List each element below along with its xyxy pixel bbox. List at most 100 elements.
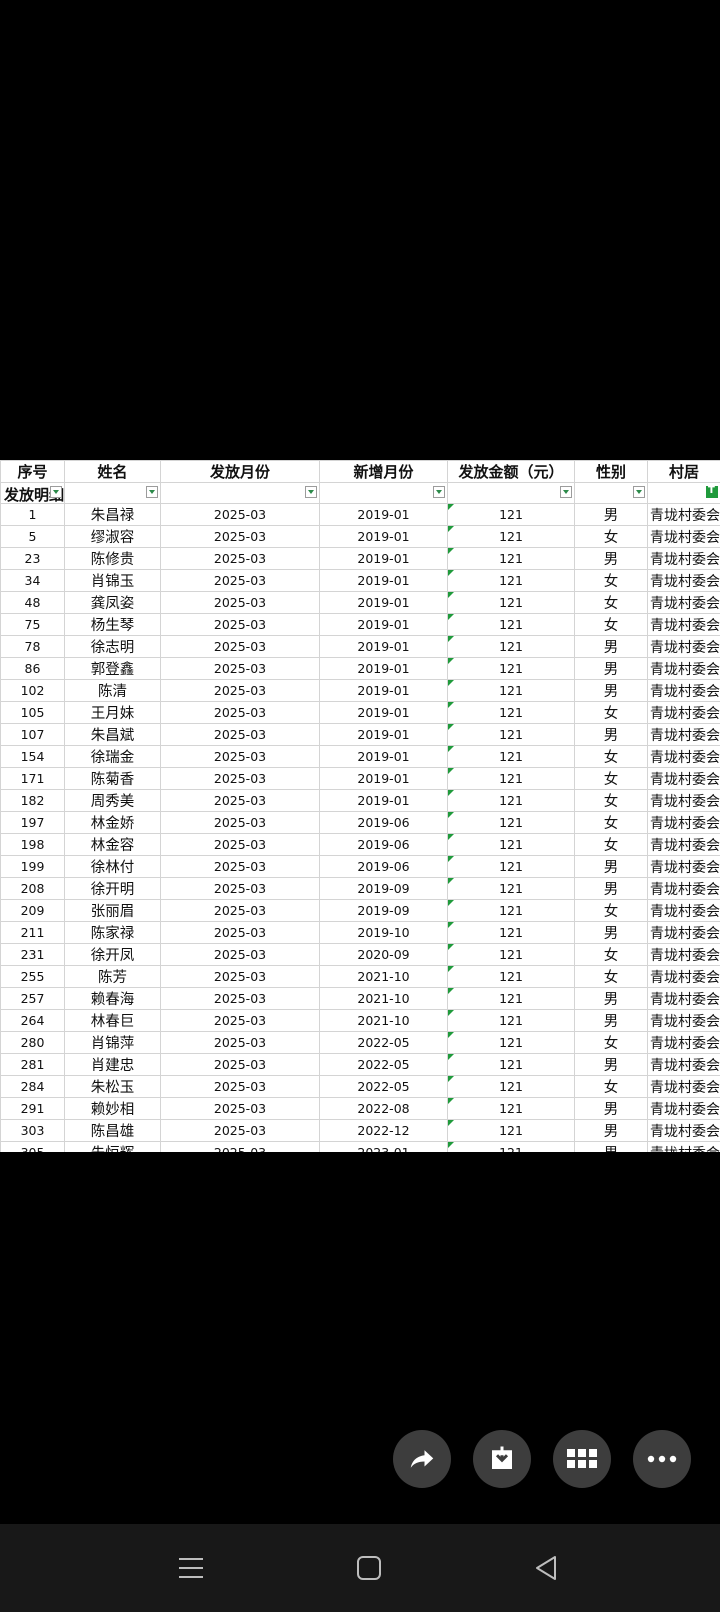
cell-new-month[interactable]: 2019-06 xyxy=(319,811,448,834)
cell-new-month[interactable]: 2019-01 xyxy=(319,789,448,812)
cell-seq[interactable]: 291 xyxy=(0,1097,65,1120)
cell-gender[interactable]: 男 xyxy=(574,679,648,702)
cell-amount[interactable]: 121 xyxy=(447,613,575,636)
header-cell[interactable]: 新增月份 xyxy=(319,460,448,483)
cell-name[interactable]: 肖锦萍 xyxy=(64,1031,161,1054)
cell-seq[interactable]: 107 xyxy=(0,723,65,746)
cell-village[interactable]: 青垅村委会 xyxy=(647,679,720,702)
cell-new-month[interactable]: 2019-01 xyxy=(319,657,448,680)
cell-amount[interactable]: 121 xyxy=(447,1031,575,1054)
cell-pay-month[interactable]: 2025-03 xyxy=(160,613,320,636)
cell-seq[interactable]: 86 xyxy=(0,657,65,680)
cell-name[interactable]: 赖春海 xyxy=(64,987,161,1010)
cell-pay-month[interactable]: 2025-03 xyxy=(160,789,320,812)
cell-seq[interactable]: 105 xyxy=(0,701,65,724)
cell-amount[interactable]: 121 xyxy=(447,921,575,944)
cell-village[interactable]: 青垅村委会 xyxy=(647,855,720,878)
cell-seq[interactable]: 78 xyxy=(0,635,65,658)
cell-gender[interactable]: 女 xyxy=(574,1031,648,1054)
cell-new-month[interactable]: 2022-05 xyxy=(319,1075,448,1098)
cell-name[interactable]: 陈菊香 xyxy=(64,767,161,790)
cell-new-month[interactable]: 2020-09 xyxy=(319,943,448,966)
cell-amount[interactable]: 121 xyxy=(447,943,575,966)
cell-seq[interactable]: 211 xyxy=(0,921,65,944)
cell-amount[interactable]: 121 xyxy=(447,657,575,680)
header-cell[interactable]: 发放金额（元） xyxy=(447,460,575,483)
cell-village[interactable]: 青垅村委会 xyxy=(647,833,720,856)
cell-new-month[interactable]: 2019-06 xyxy=(319,855,448,878)
filter-dropdown-icon[interactable] xyxy=(305,486,317,498)
cell-amount[interactable]: 121 xyxy=(447,1053,575,1076)
cell-gender[interactable]: 女 xyxy=(574,525,648,548)
cell-pay-month[interactable]: 2025-03 xyxy=(160,877,320,900)
cell-gender[interactable]: 男 xyxy=(574,1119,648,1142)
cell-seq[interactable]: 198 xyxy=(0,833,65,856)
cell-seq[interactable]: 75 xyxy=(0,613,65,636)
cell-amount[interactable]: 121 xyxy=(447,987,575,1010)
cell-seq[interactable]: 264 xyxy=(0,1009,65,1032)
cell-name[interactable]: 林金娇 xyxy=(64,811,161,834)
cell-amount[interactable]: 121 xyxy=(447,569,575,592)
apps-button[interactable] xyxy=(553,1430,611,1488)
cell-gender[interactable]: 男 xyxy=(574,1097,648,1120)
cell-pay-month[interactable]: 2025-03 xyxy=(160,921,320,944)
cell-village[interactable]: 青垅村委会 xyxy=(647,591,720,614)
cell-new-month[interactable]: 2022-05 xyxy=(319,1053,448,1076)
cell-gender[interactable]: 男 xyxy=(574,987,648,1010)
filter-dropdown-icon[interactable] xyxy=(433,486,445,498)
cell-gender[interactable]: 女 xyxy=(574,745,648,768)
cell-village[interactable]: 青垅村委会 xyxy=(647,767,720,790)
cell-amount[interactable]: 121 xyxy=(447,679,575,702)
header-cell[interactable]: 发放月份 xyxy=(160,460,320,483)
cell-pay-month[interactable]: 2025-03 xyxy=(160,1009,320,1032)
cell-pay-month[interactable]: 2025-03 xyxy=(160,679,320,702)
cell-pay-month[interactable]: 2025-03 xyxy=(160,503,320,526)
cell-pay-month[interactable]: 2025-03 xyxy=(160,1053,320,1076)
cell-new-month[interactable]: 2022-05 xyxy=(319,1031,448,1054)
cell-gender[interactable]: 女 xyxy=(574,591,648,614)
cell-name[interactable]: 赖妙相 xyxy=(64,1097,161,1120)
filter-dropdown-icon[interactable] xyxy=(50,486,62,498)
cell-seq[interactable]: 34 xyxy=(0,569,65,592)
cell-amount[interactable]: 121 xyxy=(447,1141,575,1152)
cell-name[interactable]: 朱昌禄 xyxy=(64,503,161,526)
cell-seq[interactable]: 231 xyxy=(0,943,65,966)
cell-seq[interactable]: 171 xyxy=(0,767,65,790)
cell-village[interactable]: 青垅村委会 xyxy=(647,547,720,570)
cell-pay-month[interactable]: 2025-03 xyxy=(160,745,320,768)
cell-pay-month[interactable]: 2025-03 xyxy=(160,1141,320,1152)
cell-name[interactable]: 徐开明 xyxy=(64,877,161,900)
cell-village[interactable]: 青垅村委会 xyxy=(647,613,720,636)
cell-gender[interactable]: 女 xyxy=(574,833,648,856)
cell-new-month[interactable]: 2019-01 xyxy=(319,701,448,724)
cell-new-month[interactable]: 2021-10 xyxy=(319,1009,448,1032)
cell-name[interactable]: 龚凤姿 xyxy=(64,591,161,614)
cell-new-month[interactable]: 2019-06 xyxy=(319,833,448,856)
header-cell[interactable]: 序号 xyxy=(0,460,65,483)
more-button[interactable] xyxy=(633,1430,691,1488)
cell-pay-month[interactable]: 2025-03 xyxy=(160,899,320,922)
cell-village[interactable]: 青垅村委会 xyxy=(647,877,720,900)
cell-pay-month[interactable]: 2025-03 xyxy=(160,701,320,724)
cell-seq[interactable]: 197 xyxy=(0,811,65,834)
cell-name[interactable]: 缪淑容 xyxy=(64,525,161,548)
cell-name[interactable]: 周秀美 xyxy=(64,789,161,812)
cell-village[interactable]: 青垅村委会 xyxy=(647,1141,720,1152)
cell-pay-month[interactable]: 2025-03 xyxy=(160,811,320,834)
cell-seq[interactable]: 102 xyxy=(0,679,65,702)
cell-village[interactable]: 青垅村委会 xyxy=(647,723,720,746)
cell-name[interactable]: 肖锦玉 xyxy=(64,569,161,592)
cell-new-month[interactable]: 2019-01 xyxy=(319,723,448,746)
cell-name[interactable]: 郭登鑫 xyxy=(64,657,161,680)
cell-amount[interactable]: 121 xyxy=(447,745,575,768)
cell-amount[interactable]: 121 xyxy=(447,833,575,856)
cell-amount[interactable]: 121 xyxy=(447,811,575,834)
cell-new-month[interactable]: 2019-01 xyxy=(319,767,448,790)
filter-cell[interactable] xyxy=(319,482,448,504)
cell-amount[interactable]: 121 xyxy=(447,1119,575,1142)
cell-seq[interactable]: 5 xyxy=(0,525,65,548)
cell-gender[interactable]: 女 xyxy=(574,789,648,812)
cell-new-month[interactable]: 2019-01 xyxy=(319,591,448,614)
cell-gender[interactable]: 男 xyxy=(574,1141,648,1152)
cell-name[interactable]: 陈昌雄 xyxy=(64,1119,161,1142)
